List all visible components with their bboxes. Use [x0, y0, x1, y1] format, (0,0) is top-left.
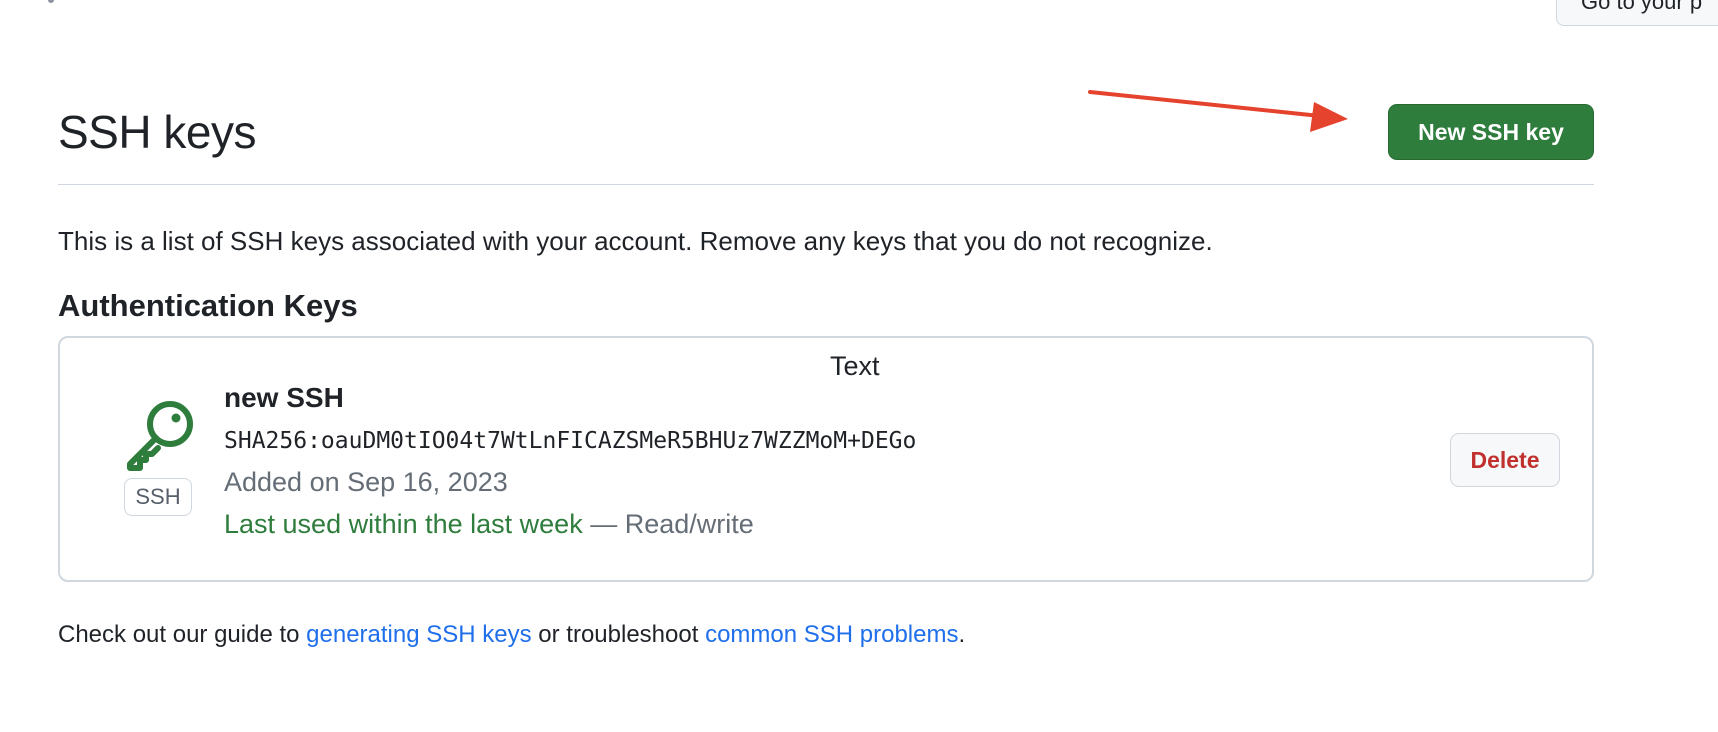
key-access-level: Read/write — [624, 509, 754, 539]
key-usage-separator: — — [582, 509, 625, 539]
delete-key-button[interactable]: Delete — [1450, 433, 1560, 487]
help-footer: Check out our guide to generating SSH ke… — [58, 618, 965, 652]
section-title: Authentication Keys — [58, 288, 358, 323]
key-fingerprint: SHA256:oauDM0tIO04t7WtLnFICAZSMeR5BHUz7W… — [224, 428, 917, 454]
footer-prefix: Check out our guide to — [58, 621, 307, 648]
ssh-type-badge: SSH — [124, 478, 192, 516]
header-divider — [58, 184, 1594, 185]
ssh-key-list-item — [58, 336, 1594, 582]
overlay-text-label: Text — [830, 351, 880, 381]
go-to-profile-button[interactable]: Go to your p — [1556, 0, 1718, 26]
key-usage-line: Last used within the last week — Read/wr… — [224, 506, 754, 542]
footer-suffix: . — [958, 621, 966, 648]
page-title: SSH keys — [58, 106, 256, 158]
page-description: This is a list of SSH keys associated wi… — [58, 226, 1213, 256]
generating-ssh-keys-link[interactable]: generating SSH keys — [306, 621, 531, 648]
key-last-used: Last used within the last week — [224, 509, 583, 539]
annotation-arrow — [1088, 90, 1348, 132]
key-title: new SSH — [224, 382, 344, 413]
footer-middle: or troubleshoot — [531, 621, 706, 648]
common-ssh-problems-link[interactable]: common SSH problems — [705, 621, 958, 648]
top-edge-mark — [48, 0, 54, 3]
key-added-date: Added on Sep 16, 2023 — [224, 467, 508, 497]
new-ssh-key-button[interactable]: New SSH key — [1388, 104, 1594, 160]
key-icon — [127, 401, 193, 471]
